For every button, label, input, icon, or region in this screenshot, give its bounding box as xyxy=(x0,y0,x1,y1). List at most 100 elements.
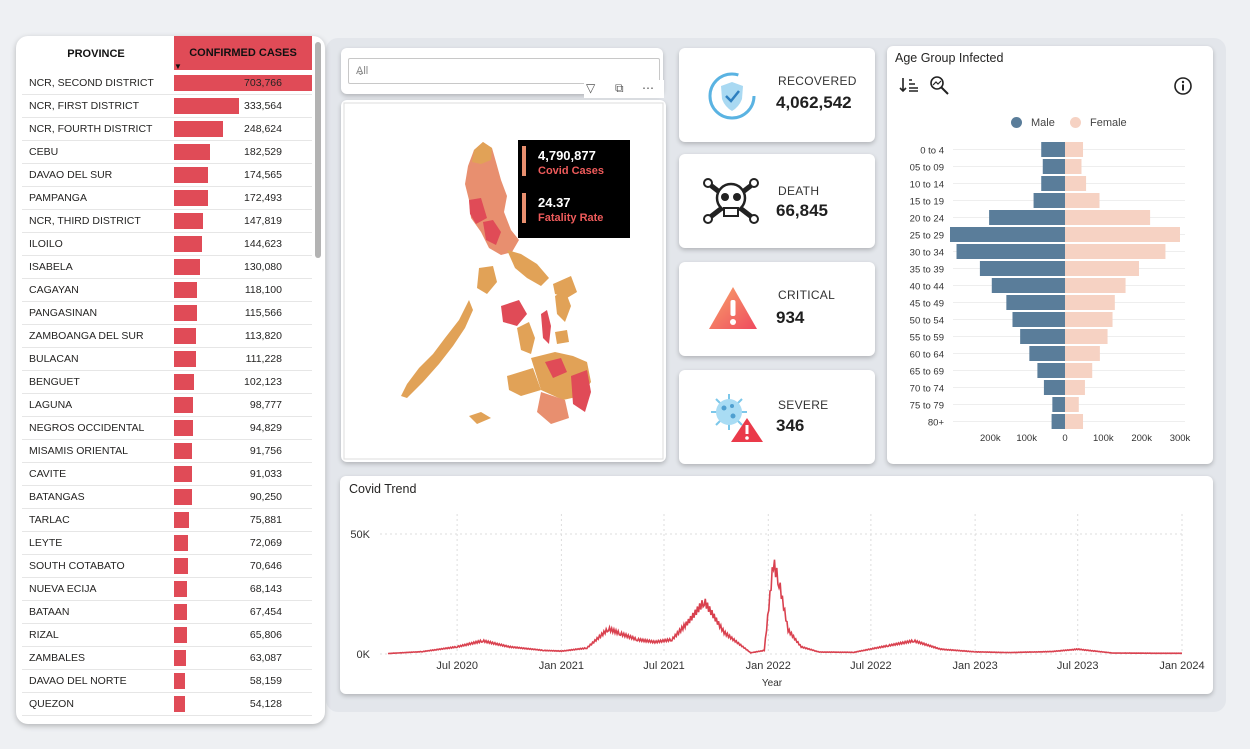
cases-value: 94,829 xyxy=(249,422,282,434)
kpi-label: CRITICAL xyxy=(778,288,836,302)
table-row[interactable]: ZAMBOANGA DEL SUR 113,820 xyxy=(22,325,312,348)
province-header[interactable]: PROVINCE xyxy=(16,48,176,60)
x-axis-label: Year xyxy=(762,678,783,689)
cases-value: 63,087 xyxy=(249,652,282,664)
province-name: NCR, FOURTH DISTRICT xyxy=(29,123,153,135)
male-bar xyxy=(1043,380,1065,395)
age-tick-label: 70 to 74 xyxy=(910,384,944,395)
cases-bar xyxy=(174,673,186,689)
table-row[interactable]: NCR, FIRST DISTRICT 333,564 xyxy=(22,95,312,118)
table-row[interactable]: PAMPANGA 172,493 xyxy=(22,187,312,210)
table-row[interactable]: NEGROS OCCIDENTAL 94,829 xyxy=(22,417,312,440)
cases-value: 90,250 xyxy=(249,491,282,503)
province-name: ZAMBALES xyxy=(29,652,86,664)
province-name: DAVAO DEL NORTE xyxy=(29,675,127,687)
table-row[interactable]: TARLAC 75,881 xyxy=(22,509,312,532)
focus-mode-icon[interactable]: ⧉ xyxy=(615,81,624,96)
kpi-label: SEVERE xyxy=(778,398,829,412)
warning-triangle-icon xyxy=(709,287,757,329)
table-row[interactable]: NCR, FOURTH DISTRICT 248,624 xyxy=(22,118,312,141)
trend-plot: Jul 2020 Jan 2021 Jul 2021 Jan 2022 Jul 2022… xyxy=(350,514,1205,689)
cases-value: 91,033 xyxy=(249,468,282,480)
cases-value: 58,159 xyxy=(249,675,282,687)
x-tick-label: 300k xyxy=(1170,433,1191,444)
female-bar xyxy=(1065,397,1079,412)
more-options-icon[interactable]: ⋯ xyxy=(642,81,654,95)
table-row[interactable]: PANGASINAN 115,566 xyxy=(22,302,312,325)
cases-trend-line xyxy=(387,559,1183,655)
province-name: PAMPANGA xyxy=(29,192,87,204)
bicol-region xyxy=(507,250,549,286)
female-bar xyxy=(1065,380,1085,395)
cases-value: 118,100 xyxy=(244,284,282,296)
table-row[interactable]: SOUTH COTABATO 70,646 xyxy=(22,555,312,578)
table-row[interactable]: BULACAN 111,228 xyxy=(22,348,312,371)
table-row[interactable]: DAVAO DEL NORTE 58,159 xyxy=(22,670,312,693)
table-row[interactable]: LEYTE 72,069 xyxy=(22,532,312,555)
province-name: QUEZON xyxy=(29,698,74,710)
male-bar xyxy=(1042,159,1065,174)
shield-check-icon xyxy=(708,72,756,120)
x-tick-label: Jul 2023 xyxy=(1057,660,1099,672)
x-tick-label: 0 xyxy=(1062,433,1067,444)
table-row[interactable]: BENGUET 102,123 xyxy=(22,371,312,394)
cebu-region xyxy=(541,310,551,344)
sort-descending-icon[interactable]: ▼ xyxy=(174,62,182,71)
province-name: NCR, SECOND DISTRICT xyxy=(29,77,154,89)
province-name: MISAMIS ORIENTAL xyxy=(29,445,128,457)
male-bar xyxy=(991,278,1065,293)
female-bar xyxy=(1065,244,1166,259)
x-tick-label: 100k xyxy=(1016,433,1037,444)
table-row[interactable]: NCR, SECOND DISTRICT 703,766 xyxy=(22,72,312,95)
province-cases-table[interactable]: CONFIRMED CASES PROVINCE ▼ NCR, SECOND D… xyxy=(16,36,325,724)
filter-icon[interactable]: ▽ xyxy=(586,81,595,95)
cases-bar xyxy=(174,282,198,298)
cases-bar xyxy=(174,420,193,436)
x-tick-label: 100k xyxy=(1093,433,1114,444)
x-tick-label: Jan 2022 xyxy=(746,660,791,672)
female-bar xyxy=(1065,210,1151,225)
table-row[interactable]: CAVITE 91,033 xyxy=(22,463,312,486)
table-row[interactable]: BATANGAS 90,250 xyxy=(22,486,312,509)
female-bar xyxy=(1065,261,1139,276)
province-name: DAVAO DEL SUR xyxy=(29,169,113,181)
cases-bar xyxy=(174,167,209,183)
table-row[interactable]: ZAMBALES 63,087 xyxy=(22,647,312,670)
cases-bar xyxy=(174,489,192,505)
age-tick-label: 80+ xyxy=(928,418,945,429)
table-row[interactable]: RIZAL 65,806 xyxy=(22,624,312,647)
male-bar xyxy=(1051,414,1065,429)
cases-value: 130,080 xyxy=(244,261,282,273)
covid-trend-chart[interactable]: Covid Trend Jul 2020 Jan 2021 Jul 2021 Jan … xyxy=(340,476,1213,694)
x-tick-label: Jan 2023 xyxy=(953,660,998,672)
chevron-down-icon[interactable]: ⌄ xyxy=(356,65,653,78)
table-row[interactable]: DAVAO DEL SUR 174,565 xyxy=(22,164,312,187)
x-tick-label: Jul 2022 xyxy=(850,660,892,672)
cases-value: 91,756 xyxy=(249,445,282,457)
age-tick-label: 25 to 29 xyxy=(910,231,944,242)
cases-value: 144,623 xyxy=(244,238,282,250)
age-group-chart[interactable]: Age Group Infected Male Female 0 to 4 05 … xyxy=(887,46,1213,464)
table-row[interactable]: LAGUNA 98,777 xyxy=(22,394,312,417)
table-row[interactable]: CAGAYAN 118,100 xyxy=(22,279,312,302)
samar-region xyxy=(553,276,577,298)
age-tick-label: 10 to 14 xyxy=(910,180,944,191)
table-row[interactable]: NCR, THIRD DISTRICT 147,819 xyxy=(22,210,312,233)
cases-bar xyxy=(174,328,197,344)
cases-bar xyxy=(174,374,195,390)
table-row[interactable]: CEBU 182,529 xyxy=(22,141,312,164)
cases-value: 172,493 xyxy=(244,192,282,204)
table-row[interactable]: BATAAN 67,454 xyxy=(22,601,312,624)
male-bar xyxy=(950,227,1065,242)
table-row[interactable]: QUEZON 54,128 xyxy=(22,693,312,716)
cases-bar xyxy=(174,627,187,643)
table-scrollbar[interactable] xyxy=(315,42,321,258)
table-row[interactable]: NUEVA ECIJA 68,143 xyxy=(22,578,312,601)
table-row[interactable]: MISAMIS ORIENTAL 91,756 xyxy=(22,440,312,463)
tooltip-marker xyxy=(522,146,526,176)
cases-value: 54,128 xyxy=(249,698,282,710)
cases-value: 75,881 xyxy=(249,514,282,526)
table-row[interactable]: ISABELA 130,080 xyxy=(22,256,312,279)
confirmed-cases-header[interactable]: CONFIRMED CASES xyxy=(174,36,312,70)
table-row[interactable]: ILOILO 144,623 xyxy=(22,233,312,256)
